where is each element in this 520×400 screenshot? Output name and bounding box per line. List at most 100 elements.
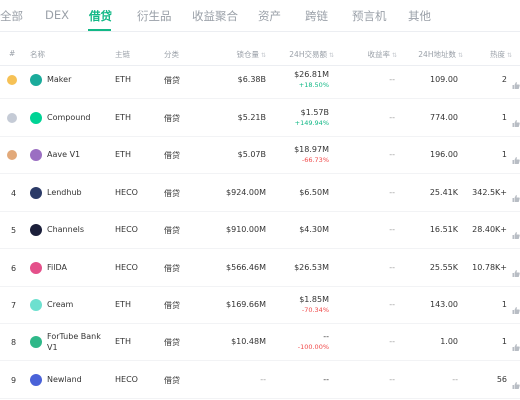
- table-row[interactable]: 8 ForTube Bank V1 ETH 借贷 $10.48M -- -100.00% --…: [0, 324, 520, 361]
- rank: 4: [11, 189, 17, 198]
- address-count: 16.51K: [429, 225, 458, 234]
- chain: ETH: [115, 150, 131, 159]
- locked-value: --: [260, 375, 266, 384]
- project-name[interactable]: Maker: [47, 75, 71, 84]
- chain: HECO: [115, 225, 138, 234]
- project-name[interactable]: Cream: [47, 300, 73, 309]
- address-count: 143.00: [430, 300, 458, 309]
- header-addresses[interactable]: 24H地址数 ⇅: [418, 49, 463, 60]
- table-row[interactable]: 6 FilDA HECO 借贷 $566.46M $26.53M -- 25.55K 10.78…: [0, 250, 520, 287]
- volume-change: +18.50%: [298, 81, 329, 89]
- tab-assets[interactable]: 资产: [258, 8, 281, 24]
- thumbs-up-icon[interactable]: [512, 75, 520, 89]
- locked-value: $924.00M: [226, 188, 266, 197]
- table-row[interactable]: Maker ETH 借贷 $6.38B $26.81M +18.50% -- 109.00 2: [0, 62, 520, 99]
- project-name[interactable]: Channels: [47, 225, 84, 234]
- locked-value: $566.46M: [226, 263, 266, 272]
- project-logo-icon: [30, 149, 42, 161]
- thumbs-up-icon[interactable]: [512, 150, 520, 164]
- chain: HECO: [115, 375, 138, 384]
- header-locked[interactable]: 锁仓量 ⇅: [236, 49, 266, 60]
- tab-yield-aggregator[interactable]: 收益聚合: [192, 8, 238, 24]
- volume-cell: $26.81M +18.50%: [269, 70, 329, 89]
- address-count: 196.00: [430, 150, 458, 159]
- address-count: 25.41K: [429, 188, 458, 197]
- medal-icon: [7, 113, 17, 123]
- project-logo-icon: [30, 262, 42, 274]
- yield-value: --: [389, 113, 395, 122]
- category: 借贷: [164, 226, 180, 235]
- active-tab-indicator: [88, 29, 111, 31]
- tab-oracle[interactable]: 预言机: [352, 8, 387, 24]
- tab-lending[interactable]: 借贷: [89, 8, 112, 24]
- sort-icon[interactable]: ⇅: [261, 52, 266, 59]
- table-row[interactable]: 5 Channels HECO 借贷 $910.00M $4.30M -- 16.51K 28.…: [0, 212, 520, 249]
- locked-value: $910.00M: [226, 225, 266, 234]
- header-name: 名称: [30, 50, 45, 59]
- tab-derivatives[interactable]: 衍生品: [137, 8, 172, 24]
- hot-value: 10.78K+: [472, 263, 507, 272]
- volume-cell: --: [269, 375, 329, 384]
- rank: 9: [11, 376, 17, 385]
- volume-cell: $18.97M -66.73%: [269, 145, 329, 164]
- header-chain: 主链: [115, 50, 130, 59]
- yield-value: --: [389, 375, 395, 384]
- yield-value: --: [389, 300, 395, 309]
- locked-value: $5.21B: [237, 113, 266, 122]
- chain: HECO: [115, 263, 138, 272]
- table-row[interactable]: Aave V1 ETH 借贷 $5.07B $18.97M -66.73% -- 196.00…: [0, 137, 520, 174]
- category: 借贷: [164, 338, 180, 347]
- thumbs-up-icon[interactable]: [512, 263, 520, 277]
- thumbs-up-icon[interactable]: [512, 113, 520, 127]
- thumbs-up-icon[interactable]: [512, 375, 520, 389]
- thumbs-up-icon[interactable]: [512, 337, 520, 351]
- thumbs-up-icon[interactable]: [512, 225, 520, 239]
- sort-icon[interactable]: ⇅: [458, 52, 463, 59]
- project-name[interactable]: Compound: [47, 113, 90, 122]
- project-name[interactable]: Newland: [47, 375, 82, 384]
- hot-value: 1: [501, 337, 507, 346]
- chain: HECO: [115, 188, 138, 197]
- category-tabs: 全部 DEX 借贷 衍生品 收益聚合 资产 跨链 预言机 其他: [0, 0, 520, 32]
- thumbs-up-icon[interactable]: [512, 300, 520, 314]
- medal-icon: [7, 150, 17, 160]
- category: 借贷: [164, 76, 180, 85]
- project-logo-icon: [30, 374, 42, 386]
- project-name[interactable]: Aave V1: [47, 150, 80, 159]
- volume-value: $18.97M: [294, 145, 329, 154]
- hot-value: 2: [501, 75, 507, 84]
- sort-icon[interactable]: ⇅: [329, 52, 334, 59]
- chain: ETH: [115, 337, 131, 346]
- sort-icon[interactable]: ⇅: [392, 52, 397, 59]
- volume-change: +149.94%: [294, 119, 329, 127]
- yield-value: --: [389, 225, 395, 234]
- volume-value: --: [323, 375, 329, 384]
- sort-icon[interactable]: ⇅: [507, 52, 512, 59]
- tab-other[interactable]: 其他: [408, 8, 431, 24]
- table-row[interactable]: 9 Newland HECO 借贷 -- -- -- -- 56: [0, 362, 520, 399]
- thumbs-up-icon[interactable]: [512, 188, 520, 202]
- table-row[interactable]: 4 Lendhub HECO 借贷 $924.00M $6.50M -- 25.41K 342.…: [0, 175, 520, 212]
- header-volume[interactable]: 24H交易额 ⇅: [289, 49, 334, 60]
- yield-value: --: [389, 337, 395, 346]
- category: 借贷: [164, 114, 180, 123]
- address-count: --: [452, 375, 458, 384]
- address-count: 1.00: [440, 337, 458, 346]
- header-yield[interactable]: 收益率 ⇅: [367, 49, 397, 60]
- header-hot[interactable]: 热度 ⇅: [490, 49, 512, 60]
- volume-value: --: [323, 332, 329, 341]
- address-count: 25.55K: [429, 263, 458, 272]
- table-row[interactable]: 7 Cream ETH 借贷 $169.66M $1.85M -70.34% -- 143.00…: [0, 287, 520, 324]
- project-name[interactable]: ForTube Bank V1: [47, 331, 107, 353]
- hot-value: 342.5K+: [472, 188, 507, 197]
- chain: ETH: [115, 300, 131, 309]
- project-name[interactable]: FilDA: [47, 263, 67, 272]
- tab-all[interactable]: 全部: [0, 8, 23, 24]
- tab-cross-chain[interactable]: 跨链: [305, 8, 328, 24]
- tab-dex[interactable]: DEX: [45, 8, 69, 22]
- medal-icon: [7, 75, 17, 85]
- table-row[interactable]: Compound ETH 借贷 $5.21B $1.57B +149.94% -- 774.0…: [0, 100, 520, 137]
- project-name[interactable]: Lendhub: [47, 188, 82, 197]
- chain: ETH: [115, 75, 131, 84]
- category: 借贷: [164, 189, 180, 198]
